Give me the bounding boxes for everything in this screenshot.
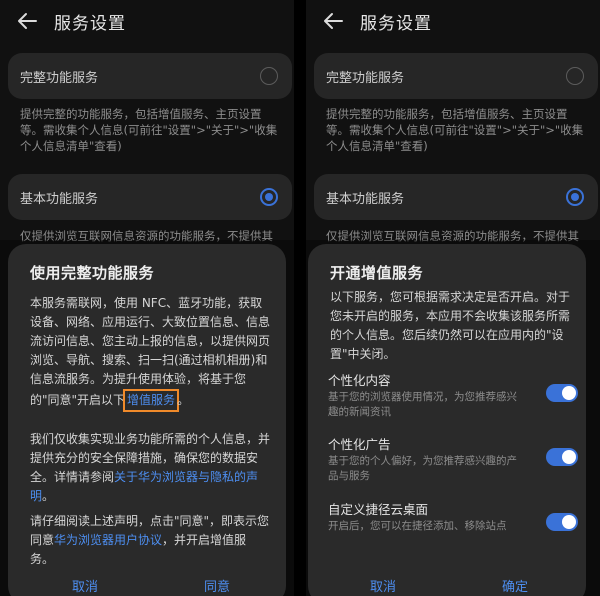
screen-divider bbox=[294, 0, 306, 596]
full-service-label: 完整功能服务 bbox=[326, 71, 405, 86]
basic-service-radio[interactable] bbox=[566, 188, 584, 206]
basic-service-label: 基本功能服务 bbox=[326, 192, 405, 207]
top-bar: 服务设置 bbox=[306, 0, 600, 42]
setting-title: 个性化内容 bbox=[328, 373, 391, 388]
value-added-dialog: 开通增值服务 以下服务，您可根据需求决定是否开启。对于您未开启的服务，本应用不会… bbox=[308, 244, 586, 596]
user-agreement-link[interactable]: 华为浏览器用户协议 bbox=[54, 533, 162, 547]
top-bar: 服务设置 bbox=[0, 0, 294, 42]
p1-end: 。 bbox=[177, 393, 190, 407]
setting-title: 自定义捷径云桌面 bbox=[328, 502, 429, 517]
personalized-ads-toggle[interactable] bbox=[546, 448, 578, 466]
p2-end: 。 bbox=[42, 489, 55, 503]
basic-service-option[interactable]: 基本功能服务 bbox=[8, 174, 292, 220]
personalized-content-toggle[interactable] bbox=[546, 384, 578, 402]
setting-title: 个性化广告 bbox=[328, 437, 391, 452]
basic-service-label: 基本功能服务 bbox=[20, 192, 99, 207]
confirm-button[interactable]: 确定 bbox=[502, 576, 528, 595]
setting-desc: 基于您的浏览器使用情况，为您推荐感兴趣的新闻资讯 bbox=[328, 391, 517, 418]
dialog-title: 开通增值服务 bbox=[330, 264, 424, 282]
cancel-button[interactable]: 取消 bbox=[72, 576, 98, 595]
value-added-link-highlight: 增值服务 bbox=[123, 389, 180, 412]
dialog-intro: 以下服务，您可根据需求决定是否开启。对于您未开启的服务，本应用不会收集该服务所需… bbox=[330, 290, 571, 361]
left-screen: 服务设置 完整功能服务 提供完整的功能服务，包括增值服务、主页设置等。需收集个人… bbox=[0, 0, 294, 596]
page-title: 服务设置 bbox=[360, 14, 432, 34]
dialog-title: 使用完整功能服务 bbox=[30, 264, 155, 282]
dialog-paragraph-3: 请仔细阅读上述声明，点击"同意"，即表示您同意华为浏览器用户协议，并开启增值服务… bbox=[30, 512, 270, 569]
setting-row-personalized-ads: 个性化广告 基于您的个人偏好，为您推荐感兴趣的产品与服务 bbox=[328, 436, 578, 484]
full-service-dialog: 使用完整功能服务 本服务需联网，使用 NFC、蓝牙功能，获取设备、网络、应用运行… bbox=[8, 244, 286, 596]
cancel-button[interactable]: 取消 bbox=[370, 576, 396, 595]
basic-service-radio[interactable] bbox=[260, 188, 278, 206]
cloud-desktop-toggle[interactable] bbox=[546, 513, 578, 531]
full-service-radio[interactable] bbox=[566, 67, 584, 85]
agree-button[interactable]: 同意 bbox=[204, 576, 230, 595]
full-service-radio[interactable] bbox=[260, 67, 278, 85]
basic-service-option[interactable]: 基本功能服务 bbox=[314, 174, 598, 220]
right-screen: 服务设置 完整功能服务 提供完整的功能服务，包括增值服务、主页设置等。需收集个人… bbox=[306, 0, 600, 596]
full-service-desc: 提供完整的功能服务，包括增值服务、主页设置等。需收集个人信息(可前往"设置">"… bbox=[20, 107, 278, 153]
setting-row-cloud-desktop: 自定义捷径云桌面 开启后，您可以在捷径添加、移除站点 bbox=[328, 501, 578, 534]
full-service-label: 完整功能服务 bbox=[20, 71, 99, 86]
value-added-service-link[interactable]: 增值服务 bbox=[127, 393, 175, 407]
setting-row-personalized-content: 个性化内容 基于您的浏览器使用情况，为您推荐感兴趣的新闻资讯 bbox=[328, 372, 578, 420]
back-arrow-icon[interactable] bbox=[320, 8, 346, 34]
full-service-option[interactable]: 完整功能服务 bbox=[8, 53, 292, 99]
setting-desc: 基于您的个人偏好，为您推荐感兴趣的产品与服务 bbox=[328, 455, 517, 482]
back-arrow-icon[interactable] bbox=[14, 8, 40, 34]
dialog-paragraph-2: 我们仅收集实现业务功能所需的个人信息，并提供充分的安全保障措施，确保您的数据安全… bbox=[30, 430, 270, 506]
full-service-option[interactable]: 完整功能服务 bbox=[314, 53, 598, 99]
setting-desc: 开启后，您可以在捷径添加、移除站点 bbox=[328, 520, 507, 532]
page-title: 服务设置 bbox=[54, 14, 126, 34]
dialog-paragraph-1: 本服务需联网，使用 NFC、蓝牙功能，获取设备、网络、应用运行、大致位置信息、信… bbox=[30, 294, 270, 412]
full-service-desc: 提供完整的功能服务，包括增值服务、主页设置等。需收集个人信息(可前往"设置">"… bbox=[326, 107, 584, 153]
